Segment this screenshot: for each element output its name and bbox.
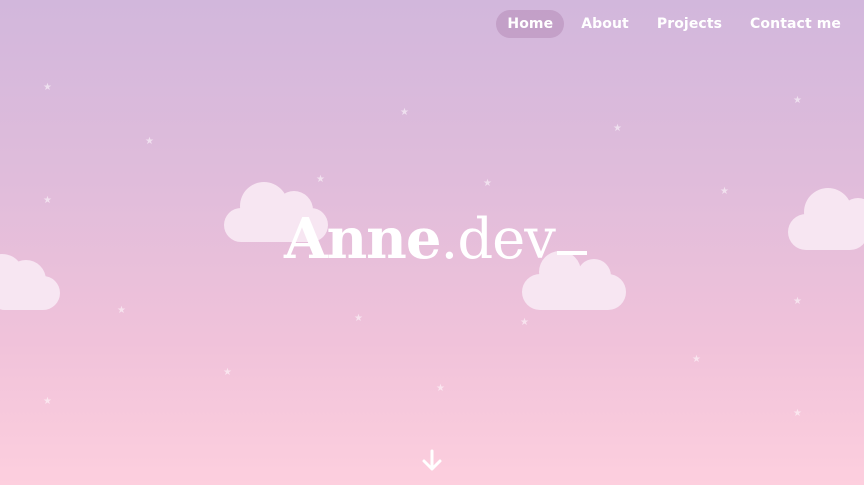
star-icon: ★ xyxy=(117,305,126,316)
hero-name-bold: Anne xyxy=(284,206,442,272)
cloud-icon xyxy=(0,254,60,310)
typing-cursor xyxy=(556,251,587,255)
nav-projects-link[interactable]: Projects xyxy=(646,10,733,38)
star-icon: ★ xyxy=(43,396,52,407)
main-nav: Home About Projects Contact me xyxy=(496,10,852,38)
star-icon: ★ xyxy=(692,354,701,365)
star-icon: ★ xyxy=(43,195,52,206)
star-icon: ★ xyxy=(43,82,52,93)
nav-home-link[interactable]: Home xyxy=(496,10,565,38)
star-icon: ★ xyxy=(613,123,622,134)
star-icon: ★ xyxy=(223,367,232,378)
star-icon: ★ xyxy=(793,296,802,307)
star-icon: ★ xyxy=(400,107,409,118)
star-icon: ★ xyxy=(483,178,492,189)
cloud-icon xyxy=(788,188,864,250)
star-icon: ★ xyxy=(520,317,529,328)
hero-name-suffix: .dev xyxy=(440,207,556,272)
star-icon: ★ xyxy=(793,95,802,106)
star-icon: ★ xyxy=(145,136,154,147)
star-icon: ★ xyxy=(793,408,802,419)
arrow-down-icon[interactable] xyxy=(419,448,445,474)
hero-title: Anne .dev xyxy=(284,206,587,276)
star-icon: ★ xyxy=(354,313,363,324)
nav-about-link[interactable]: About xyxy=(570,10,640,38)
star-icon: ★ xyxy=(436,383,445,394)
star-icon: ★ xyxy=(720,186,729,197)
nav-contact-link[interactable]: Contact me xyxy=(739,10,852,38)
